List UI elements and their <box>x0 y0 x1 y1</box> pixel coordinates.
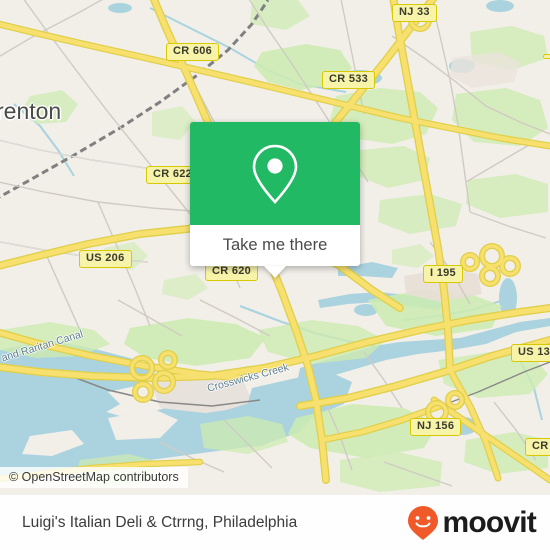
road-shield-cr-533[interactable]: CR 533 <box>322 71 376 89</box>
road-shield-nj-156[interactable]: NJ 156 <box>410 418 462 436</box>
moovit-brand[interactable]: moovit <box>406 505 537 541</box>
road-shield-us-206[interactable]: US 206 <box>79 250 132 268</box>
moovit-wordmark: moovit <box>442 505 536 539</box>
location-title: Luigi's Italian Deli & Ctrrng, Philadelp… <box>22 513 298 531</box>
moovit-smiling-pin-icon <box>408 505 439 540</box>
map-screenshot: renton re and Raritan Canal Crosswicks C… <box>0 0 550 550</box>
map-canvas[interactable]: renton re and Raritan Canal Crosswicks C… <box>0 0 550 495</box>
footer-bar: Luigi's Italian Deli & Ctrrng, Philadelp… <box>0 495 550 550</box>
place-label-trenton: renton <box>0 98 62 124</box>
road-shield-clipped-right[interactable] <box>543 54 550 59</box>
road-shield-us-130[interactable]: US 130 <box>511 344 550 362</box>
osm-attribution[interactable]: © OpenStreetMap contributors <box>0 467 188 488</box>
popup-pointer-tail <box>264 266 286 278</box>
road-shield-cr-5[interactable]: CR 5 <box>525 438 550 456</box>
popup-action-text: Take me there <box>222 236 328 254</box>
popup-action-label[interactable]: Take me there <box>190 225 360 266</box>
road-shield-nj-33[interactable]: NJ 33 <box>392 4 437 22</box>
road-shield-cr-606[interactable]: CR 606 <box>166 43 220 61</box>
road-shield-i-195[interactable]: I 195 <box>423 265 463 283</box>
location-popup[interactable]: Take me there <box>190 122 360 278</box>
popup-image-area <box>190 122 360 225</box>
map-pin-icon <box>252 144 298 204</box>
